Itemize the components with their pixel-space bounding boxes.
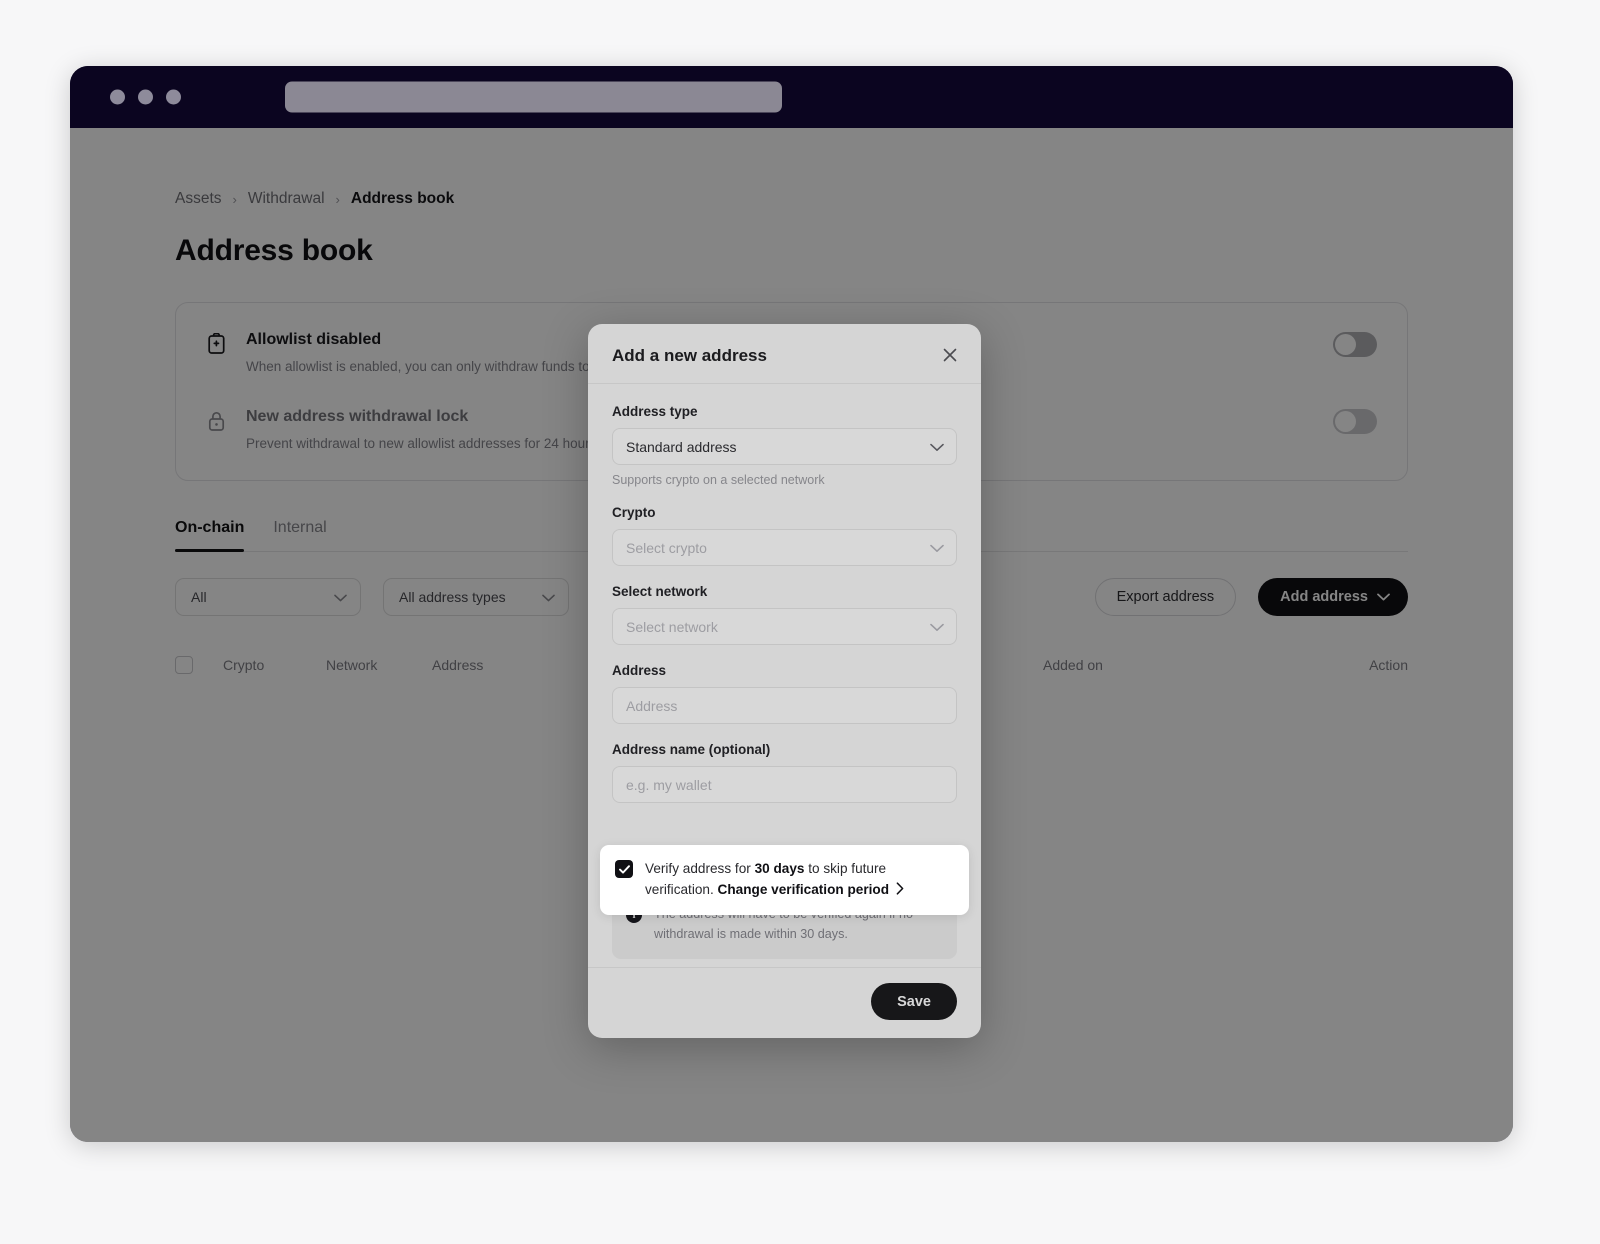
browser-chrome bbox=[70, 66, 1513, 128]
field-network: Select network Select network bbox=[612, 584, 957, 645]
hint-address-type: Supports crypto on a selected network bbox=[612, 473, 825, 487]
verify-address-callout[interactable]: Verify address for 30 days to skip futur… bbox=[600, 845, 969, 916]
close-icon[interactable] bbox=[939, 344, 961, 366]
crypto-placeholder: Select crypto bbox=[626, 539, 707, 556]
close-window-dot[interactable] bbox=[110, 89, 125, 105]
verify-address-checkbox[interactable] bbox=[615, 860, 633, 878]
maximize-window-dot[interactable] bbox=[166, 89, 181, 105]
verify-days-value: 30 days bbox=[754, 861, 805, 876]
label-network: Select network bbox=[612, 584, 708, 599]
chevron-right-icon bbox=[896, 880, 904, 901]
field-address-name: Address name (optional) e.g. my wallet bbox=[612, 742, 957, 803]
modal-footer: Save bbox=[588, 967, 981, 1038]
browser-window: Assets › Withdrawal › Address book Addre… bbox=[70, 66, 1513, 1142]
change-verification-period-link[interactable]: Change verification period bbox=[718, 882, 889, 897]
address-name-input[interactable]: e.g. my wallet bbox=[612, 766, 957, 803]
modal-title: Add a new address bbox=[612, 346, 767, 365]
label-crypto: Crypto bbox=[612, 505, 656, 520]
modal-body: Address type Standard address Supports c… bbox=[588, 384, 981, 967]
modal-header: Add a new address bbox=[588, 324, 981, 384]
chevron-down-icon bbox=[930, 439, 944, 455]
page-viewport: Assets › Withdrawal › Address book Addre… bbox=[70, 128, 1513, 1142]
verify-address-text: Verify address for 30 days to skip futur… bbox=[645, 858, 955, 901]
save-button[interactable]: Save bbox=[871, 983, 957, 1021]
field-address-type: Address type Standard address Supports c… bbox=[612, 404, 957, 487]
chevron-down-icon bbox=[930, 619, 944, 635]
network-placeholder: Select network bbox=[626, 618, 718, 635]
address-name-placeholder: e.g. my wallet bbox=[626, 776, 712, 793]
network-select[interactable]: Select network bbox=[612, 608, 957, 645]
minimize-window-dot[interactable] bbox=[138, 89, 153, 105]
chevron-down-icon bbox=[930, 540, 944, 556]
address-type-select[interactable]: Standard address bbox=[612, 428, 957, 465]
label-address-type: Address type bbox=[612, 404, 698, 419]
address-type-value: Standard address bbox=[626, 438, 737, 455]
crypto-select[interactable]: Select crypto bbox=[612, 529, 957, 566]
field-address: Address Address bbox=[612, 663, 957, 724]
window-traffic-lights bbox=[110, 89, 181, 105]
verify-text-part1: Verify address for bbox=[645, 861, 755, 876]
address-placeholder: Address bbox=[626, 697, 678, 714]
address-input[interactable]: Address bbox=[612, 687, 957, 724]
address-bar[interactable] bbox=[285, 81, 782, 113]
add-address-modal: Add a new address Address type Standard … bbox=[588, 324, 981, 1039]
label-address: Address bbox=[612, 663, 667, 678]
field-crypto: Crypto Select crypto bbox=[612, 505, 957, 566]
label-address-name: Address name (optional) bbox=[612, 742, 771, 757]
